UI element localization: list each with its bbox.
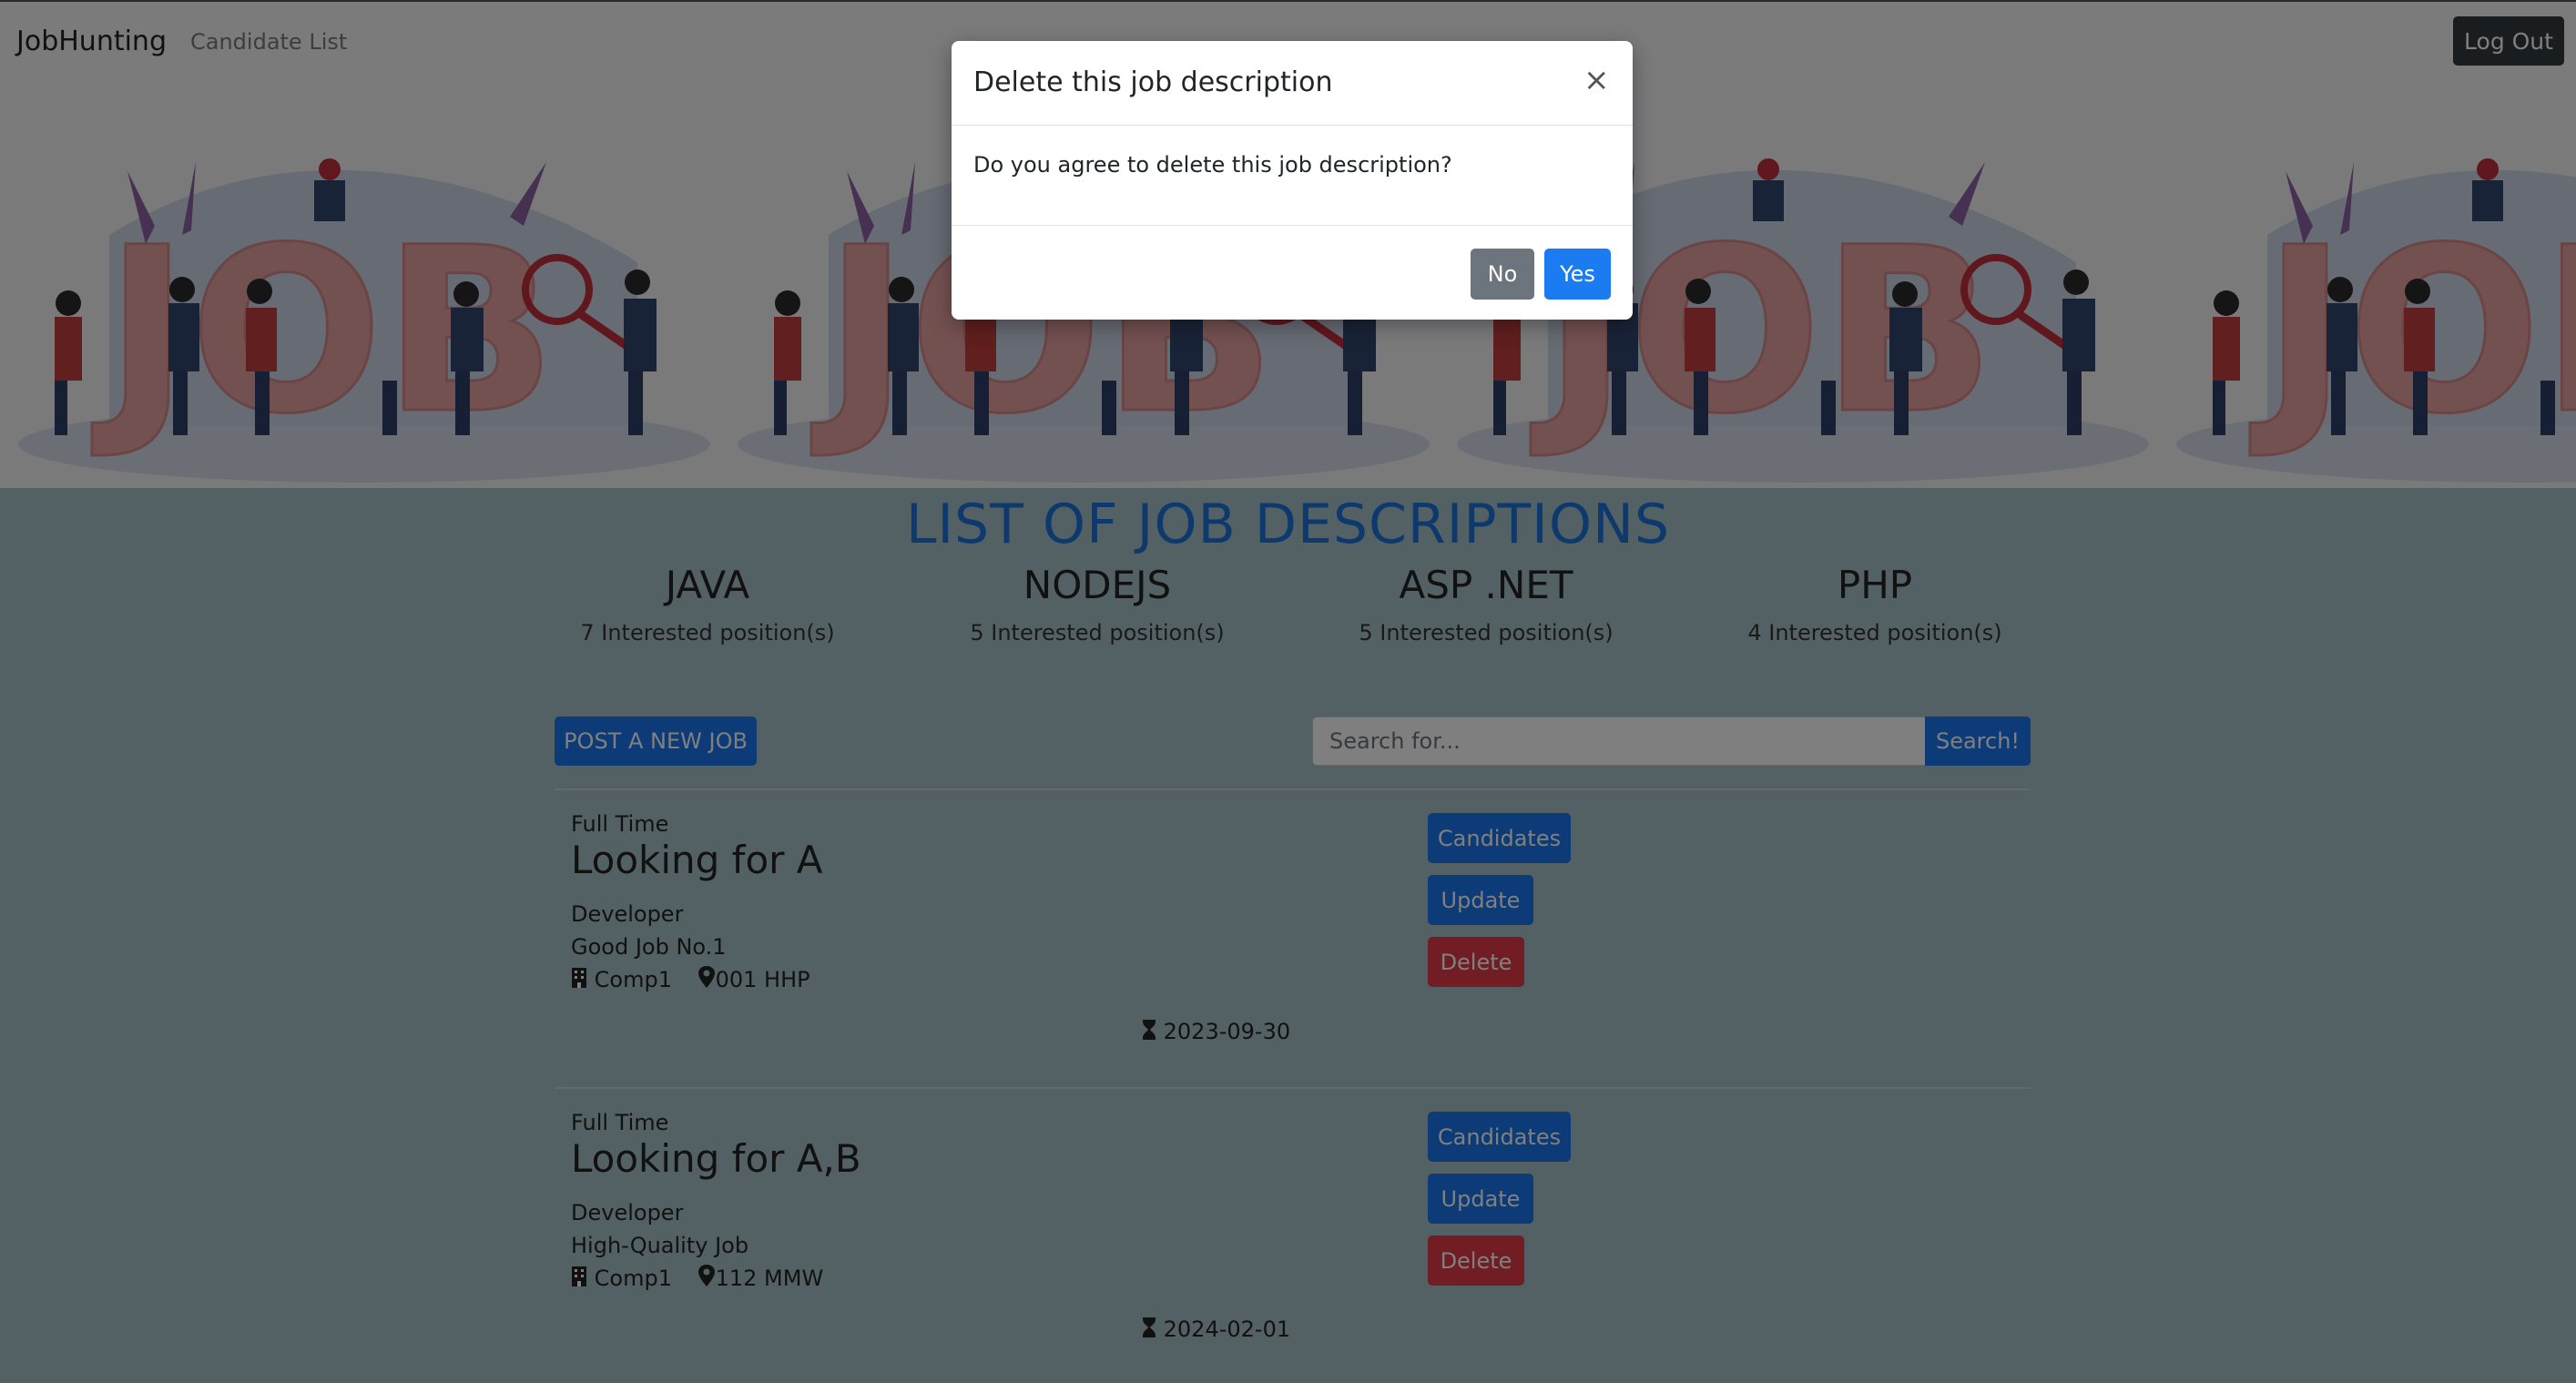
modal-body-text: Do you agree to delete this job descript…: [973, 152, 1452, 178]
close-icon[interactable]: ×: [1578, 61, 1610, 98]
yes-button[interactable]: Yes: [1544, 249, 1611, 300]
no-button[interactable]: No: [1471, 249, 1534, 300]
divider: [952, 125, 1633, 126]
page: JobHunting Candidate List Log Out JOB JO…: [0, 0, 2576, 1383]
delete-confirm-modal: Delete this job description × Do you agr…: [952, 41, 1633, 320]
divider: [952, 225, 1633, 226]
modal-title: Delete this job description: [973, 66, 1333, 98]
